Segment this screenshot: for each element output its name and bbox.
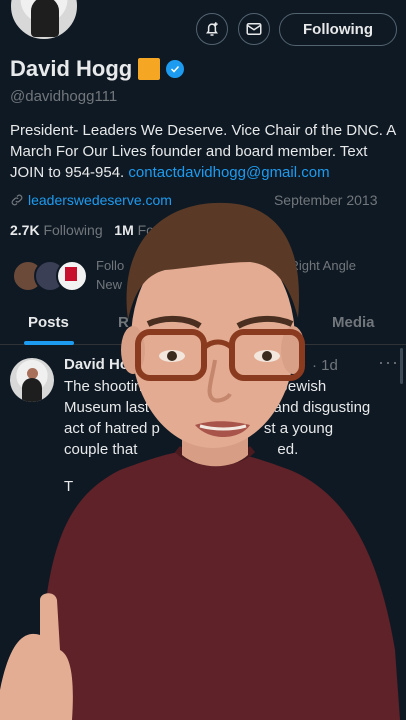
speaker-video-overlay xyxy=(0,202,400,720)
scrollbar[interactable] xyxy=(400,348,403,384)
tweet-line: couple that xyxy=(64,441,138,458)
following-button[interactable]: Following xyxy=(279,13,397,46)
bell-plus-icon xyxy=(206,22,218,36)
profile-screen: Following David Hogg @davidhogg111 Presi… xyxy=(0,0,406,720)
known-follower-avatar xyxy=(56,260,88,292)
followers-stat-label[interactable]: Fo xyxy=(138,222,154,238)
tab-replies[interactable]: R xyxy=(118,314,129,331)
follow-stats: 2.7K Following 1M Fo xyxy=(10,222,154,238)
following-stat-label[interactable]: Following xyxy=(43,222,102,238)
known-followers-line1: Follo xyxy=(96,258,125,273)
tweet-line: T xyxy=(64,478,74,495)
tweet-line: st a young xyxy=(263,420,334,437)
tweet-line: Museum last xyxy=(64,399,150,416)
tweet-line: act of hatred p xyxy=(64,420,160,437)
tweet-text[interactable]: The shootin tal Jewish Museum last e and d… xyxy=(64,376,398,460)
notifications-button[interactable] xyxy=(196,13,228,45)
more-options-icon[interactable]: ··· xyxy=(378,352,399,373)
tab-posts[interactable]: Posts xyxy=(28,314,69,331)
link-icon xyxy=(11,194,23,206)
known-followers-name: Right Angle xyxy=(289,258,356,273)
display-name: David Hogg xyxy=(10,56,133,81)
tweet-line: e and disgusting xyxy=(261,399,371,416)
envelope-icon xyxy=(246,23,262,35)
tweet-author[interactable]: David Hog xyxy=(64,356,138,373)
orange-square-emoji xyxy=(138,58,161,80)
profile-handle: @davidhogg111 xyxy=(10,88,118,105)
profile-bio: President- Leaders We Deserve. Vice Chai… xyxy=(10,120,402,183)
profile-name-row: David Hogg xyxy=(10,56,185,82)
profile-meta: leaderswedeserve.com September 2013 xyxy=(10,192,378,208)
website-link[interactable]: leaderswedeserve.com xyxy=(28,192,172,208)
active-tab-indicator xyxy=(24,341,74,345)
followers-count[interactable]: 1M xyxy=(114,222,133,238)
bio-email-link[interactable]: contactdavidhogg@gmail.com xyxy=(128,164,329,181)
known-followers-text[interactable]: Follo Right Angle New xyxy=(96,256,406,294)
tweet-line: tal Jewish xyxy=(260,378,327,395)
tweet-line: The shootin xyxy=(64,378,143,395)
tweet-line: ed. xyxy=(277,441,299,458)
verified-badge-icon xyxy=(166,60,185,78)
joined-date: September 2013 xyxy=(273,192,378,208)
tab-media[interactable]: Media xyxy=(332,314,375,331)
profile-tabs: Posts R Media xyxy=(0,306,406,345)
tweet-time[interactable]: · 1d xyxy=(312,357,338,374)
message-button[interactable] xyxy=(238,13,270,45)
profile-avatar[interactable] xyxy=(8,0,80,42)
following-count[interactable]: 2.7K xyxy=(10,222,40,238)
known-followers-line2: New xyxy=(96,277,123,292)
tweet-avatar[interactable] xyxy=(10,358,54,402)
